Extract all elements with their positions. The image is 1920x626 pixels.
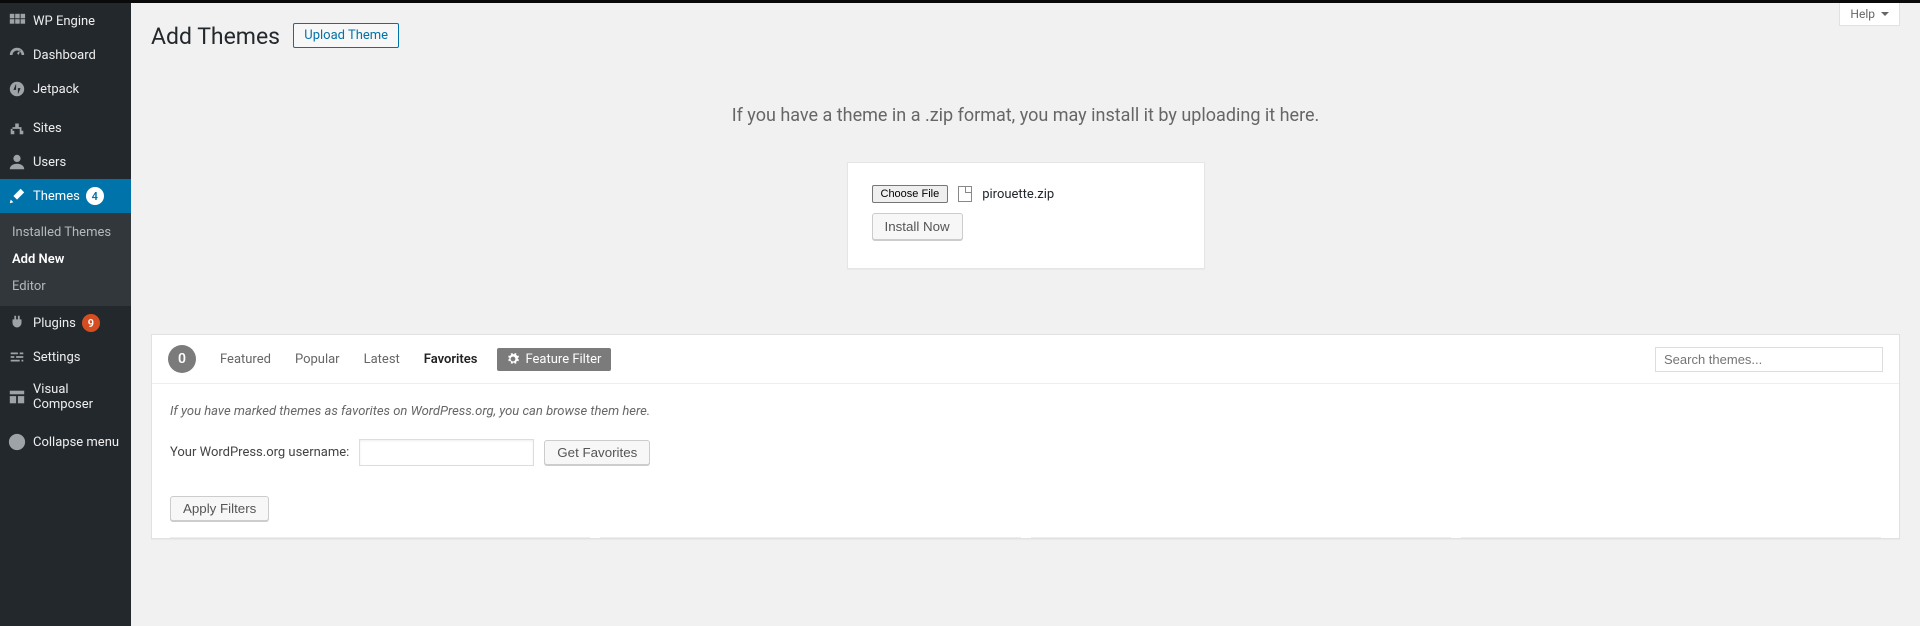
theme-search bbox=[1655, 347, 1883, 372]
upload-instruction: If you have a theme in a .zip format, yo… bbox=[151, 105, 1900, 126]
tab-latest[interactable]: Latest bbox=[364, 348, 400, 371]
search-input[interactable] bbox=[1655, 347, 1883, 372]
themes-submenu: Installed Themes Add New Editor bbox=[0, 213, 131, 306]
sidebar-collapse[interactable]: Collapse menu bbox=[0, 425, 131, 459]
submenu-installed-themes[interactable]: Installed Themes bbox=[0, 219, 131, 246]
filter-group-placeholder bbox=[170, 537, 590, 538]
browser-toolbar: 0 Featured Popular Latest Favorites Feat… bbox=[152, 335, 1899, 384]
upload-panel: If you have a theme in a .zip format, yo… bbox=[151, 105, 1900, 269]
sidebar-item-users[interactable]: Users bbox=[0, 145, 131, 179]
sidebar-item-label: Sites bbox=[33, 121, 62, 136]
favorites-note: If you have marked themes as favorites o… bbox=[170, 404, 1881, 419]
sidebar-item-label: Plugins bbox=[33, 316, 76, 331]
theme-browser: 0 Featured Popular Latest Favorites Feat… bbox=[151, 334, 1900, 539]
network-icon bbox=[8, 119, 26, 137]
sidebar-item-label: Visual Composer bbox=[33, 382, 123, 412]
page-title: Add Themes bbox=[151, 23, 280, 50]
feature-filter-button[interactable]: Feature Filter bbox=[497, 348, 611, 371]
tab-popular[interactable]: Popular bbox=[295, 348, 340, 371]
username-label: Your WordPress.org username: bbox=[170, 445, 349, 460]
help-label: Help bbox=[1850, 7, 1875, 21]
sidebar-item-themes[interactable]: Themes 4 bbox=[0, 179, 131, 213]
grid-icon bbox=[8, 12, 26, 30]
sidebar-item-label: Users bbox=[33, 155, 66, 170]
file-icon bbox=[958, 186, 972, 202]
gear-icon bbox=[507, 353, 519, 365]
user-icon bbox=[8, 153, 26, 171]
theme-count: 0 bbox=[168, 345, 196, 373]
choose-file-button[interactable]: Choose File bbox=[872, 185, 949, 203]
admin-sidebar: WP Engine Dashboard Jetpack Sites Users … bbox=[0, 0, 131, 626]
filter-group-placeholder bbox=[600, 537, 1020, 538]
sidebar-item-label: Settings bbox=[33, 350, 80, 365]
tab-favorites[interactable]: Favorites bbox=[424, 348, 478, 371]
brush-icon bbox=[8, 187, 26, 205]
layout-icon bbox=[8, 388, 26, 406]
selected-file-name: pirouette.zip bbox=[982, 187, 1054, 202]
tab-featured[interactable]: Featured bbox=[220, 348, 271, 371]
submenu-add-new[interactable]: Add New bbox=[0, 246, 131, 273]
upload-box: Choose File pirouette.zip Install Now bbox=[847, 162, 1205, 269]
help-tab[interactable]: Help bbox=[1839, 3, 1900, 26]
update-badge: 4 bbox=[86, 187, 104, 205]
sidebar-item-plugins[interactable]: Plugins 9 bbox=[0, 306, 131, 340]
feature-filter-label: Feature Filter bbox=[525, 352, 601, 367]
gauge-icon bbox=[8, 46, 26, 64]
update-badge: 9 bbox=[82, 314, 100, 332]
favorites-form: Your WordPress.org username: Get Favorit… bbox=[170, 439, 1881, 466]
sidebar-item-label: WP Engine bbox=[33, 14, 95, 29]
sidebar-item-jetpack[interactable]: Jetpack bbox=[0, 72, 131, 106]
sliders-icon bbox=[8, 348, 26, 366]
apply-filters-button[interactable]: Apply Filters bbox=[170, 496, 269, 521]
sidebar-item-label: Dashboard bbox=[33, 48, 96, 63]
plug-icon bbox=[8, 314, 26, 332]
filter-group-placeholder bbox=[1031, 537, 1451, 538]
main-content: Help Add Themes Upload Theme If you have… bbox=[131, 0, 1920, 626]
sidebar-item-label: Collapse menu bbox=[33, 435, 119, 450]
upload-theme-button[interactable]: Upload Theme bbox=[293, 23, 399, 48]
jetpack-icon bbox=[8, 80, 26, 98]
install-now-button[interactable]: Install Now bbox=[872, 213, 963, 240]
sidebar-item-wpengine[interactable]: WP Engine bbox=[0, 4, 131, 38]
username-input[interactable] bbox=[359, 439, 534, 466]
submenu-editor[interactable]: Editor bbox=[0, 273, 131, 300]
chevron-down-icon bbox=[1881, 12, 1889, 20]
get-favorites-button[interactable]: Get Favorites bbox=[544, 440, 650, 465]
sidebar-item-label: Jetpack bbox=[33, 82, 79, 97]
collapse-icon bbox=[8, 433, 26, 451]
favorites-area: If you have marked themes as favorites o… bbox=[152, 384, 1899, 492]
sidebar-item-sites[interactable]: Sites bbox=[0, 111, 131, 145]
sidebar-item-dashboard[interactable]: Dashboard bbox=[0, 38, 131, 72]
filter-group-placeholder bbox=[1461, 537, 1881, 538]
sidebar-item-visual-composer[interactable]: Visual Composer bbox=[0, 374, 131, 420]
sidebar-item-label: Themes bbox=[33, 189, 80, 204]
filter-tabs: Featured Popular Latest Favorites bbox=[220, 348, 477, 371]
sidebar-item-settings[interactable]: Settings bbox=[0, 340, 131, 374]
